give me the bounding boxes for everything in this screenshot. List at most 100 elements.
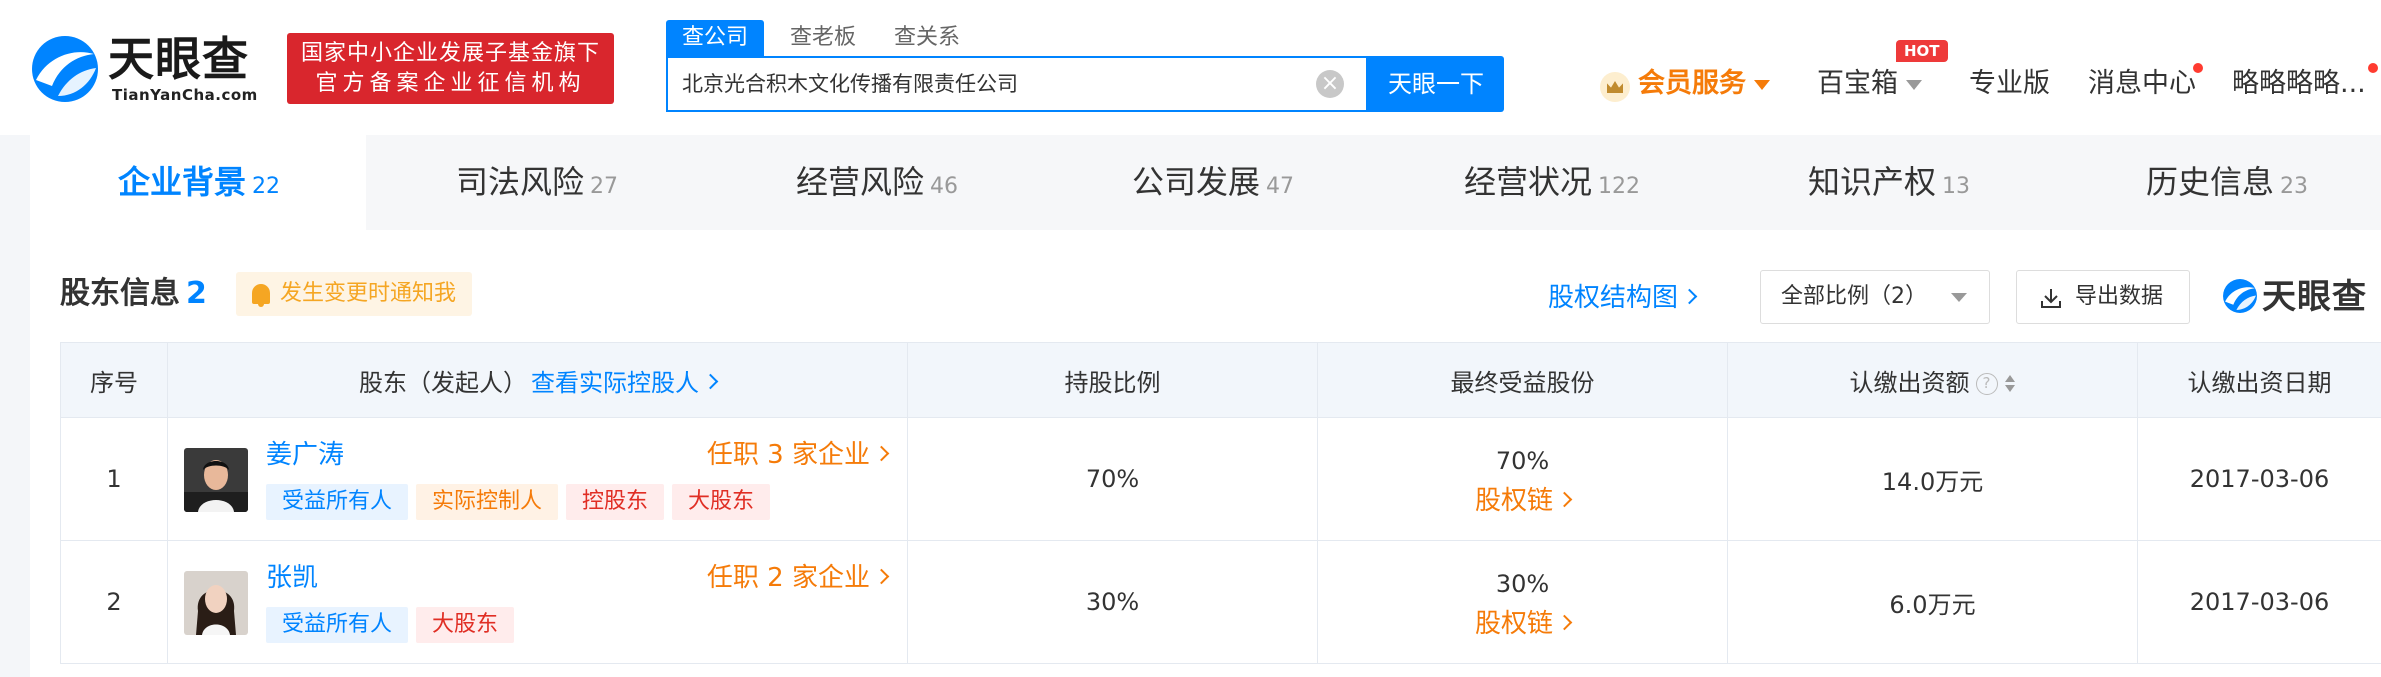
equity-structure-link[interactable]: 股权结构图 [1548, 280, 1698, 316]
tab-label: 经营状况 [1464, 163, 1593, 201]
search-input[interactable]: 北京光合积木文化传播有限责任公司 [682, 58, 1282, 110]
avatar[interactable] [184, 448, 248, 512]
tab-history-info[interactable]: 历史信息 23 [2146, 135, 2308, 230]
vip-service-menu[interactable]: 会员服务 [1638, 66, 1770, 102]
tab-label: 经营风险 [796, 163, 925, 201]
col-date: 认缴出资日期 [2137, 342, 2381, 418]
help-icon[interactable]: ? [1975, 372, 1998, 395]
tab-business-risk[interactable]: 经营风险 46 [796, 135, 958, 230]
tab-count: 22 [252, 174, 281, 199]
shareholder-jobs-link[interactable]: 任职 2 家企业 [706, 561, 890, 595]
search-box: 北京光合积木文化传播有限责任公司 × [666, 56, 1368, 112]
equity-structure-label: 股权结构图 [1548, 283, 1679, 313]
tab-company-development[interactable]: 公司发展 47 [1132, 135, 1294, 230]
col-shareholder: 股东（发起人） 查看实际控股人 [167, 342, 908, 418]
row-index: 2 [60, 540, 168, 664]
tab-count: 23 [2280, 174, 2309, 199]
table-row: 1 姜广涛 任职 3 家企业 受益所有人 实际控制人 控股东 大股东 70% 7… [60, 417, 2381, 541]
search-button[interactable]: 天眼一下 [1368, 56, 1504, 112]
watermark-text: 天眼查 [2262, 277, 2367, 317]
tab-count: 47 [1266, 174, 1295, 199]
tab-intellectual-property[interactable]: 知识产权 13 [1808, 135, 1970, 230]
crown-icon [1600, 72, 1630, 102]
tag-controlling-shareholder: 控股东 [566, 484, 665, 520]
tianyancha-logo-icon [32, 36, 98, 102]
pro-version-link[interactable]: 专业版 [1969, 66, 2050, 102]
final-ratio-cell: 30% 股权链 [1317, 540, 1728, 664]
message-dot [2193, 63, 2203, 73]
sort-icon[interactable] [2004, 373, 2016, 395]
user-menu[interactable]: 略略略略... [2232, 66, 2366, 102]
jobs-label: 任职 2 家企业 [706, 563, 870, 593]
search-tab-boss[interactable]: 查老板 [790, 20, 856, 56]
col-capital-label: 认缴出资额 [1849, 368, 1970, 397]
equity-chain-link[interactable]: 股权链 [1474, 485, 1573, 516]
chevron-down-icon [1906, 79, 1922, 90]
chevron-right-icon [1681, 288, 1698, 305]
official-badge: 国家中小企业发展子基金旗下 官方备案企业征信机构 [287, 33, 614, 104]
hot-badge: HOT [1896, 40, 1948, 62]
tab-count: 122 [1598, 174, 1641, 199]
search-tab-relation[interactable]: 查关系 [894, 20, 960, 56]
toolbox-menu[interactable]: 百宝箱 [1817, 66, 1922, 102]
tab-operating-status[interactable]: 经营状况 122 [1464, 135, 1640, 230]
clear-icon[interactable]: × [1316, 70, 1344, 98]
chevron-right-icon [873, 568, 890, 585]
jobs-label: 任职 3 家企业 [706, 440, 870, 470]
date-cell: 2017-03-06 [2137, 540, 2381, 664]
tag-beneficial-owner: 受益所有人 [266, 484, 409, 520]
date-cell: 2017-03-06 [2137, 417, 2381, 541]
ratio-filter-select[interactable]: 全部比例（2） [1760, 270, 1990, 324]
tab-label: 公司发展 [1132, 163, 1261, 201]
chevron-right-icon [1556, 491, 1573, 507]
col-capital[interactable]: 认缴出资额? [1727, 342, 2138, 418]
shareholder-cell: 姜广涛 任职 3 家企业 受益所有人 实际控制人 控股东 大股东 [167, 417, 908, 541]
col-ratio: 持股比例 [907, 342, 1318, 418]
site-logo[interactable]: 天眼查 TianYanCha.com [30, 30, 270, 106]
export-data-button[interactable]: 导出数据 [2016, 270, 2190, 324]
row-index: 1 [60, 417, 168, 541]
shareholder-name[interactable]: 姜广涛 [266, 438, 344, 472]
avatar[interactable] [184, 571, 248, 635]
tab-enterprise-background[interactable]: 企业背景 22 [118, 135, 280, 230]
equity-chain-link[interactable]: 股权链 [1475, 609, 1573, 639]
final-ratio-value: 70% [1495, 446, 1550, 475]
capital-cell: 6.0万元 [1727, 540, 2138, 664]
shareholder-jobs-link[interactable]: 任职 3 家企业 [706, 438, 890, 472]
tag-list: 受益所有人 实际控制人 控股东 大股东 [266, 484, 778, 520]
notify-label: 发生变更时通知我 [280, 281, 457, 306]
chevron-right-icon [873, 445, 890, 462]
chain-label: 股权链 [1474, 485, 1553, 516]
ratio-filter-value: 全部比例（2） [1781, 284, 1927, 309]
shareholder-cell: 张凯 任职 2 家企业 受益所有人 大股东 [167, 540, 908, 664]
tag-major-shareholder: 大股东 [672, 484, 771, 520]
table-header-row: 序号 股东（发起人） 查看实际控股人 持股比例 最终受益股份 认缴出资额? 认缴出… [60, 342, 2381, 418]
shareholder-name[interactable]: 张凯 [266, 561, 318, 595]
tab-count: 46 [930, 174, 959, 199]
notify-change-button[interactable]: 发生变更时通知我 [236, 272, 473, 316]
table-row: 2 张凯 任职 2 家企业 受益所有人 大股东 30% 30% 股权链 6.0万… [60, 540, 2381, 664]
chevron-down-icon [1754, 79, 1770, 90]
tab-judicial-risk[interactable]: 司法风险 27 [456, 135, 618, 230]
vip-service-label: 会员服务 [1638, 68, 1746, 99]
search-tab-company[interactable]: 查公司 [666, 20, 765, 56]
col-shareholder-label: 股东（发起人） [359, 368, 527, 397]
final-ratio-value: 30% [1495, 569, 1550, 598]
logo-domain: TianYanCha.com [112, 86, 258, 104]
tab-label: 司法风险 [456, 163, 585, 201]
col-final-ratio: 最终受益股份 [1317, 342, 1728, 418]
chevron-down-icon [1951, 293, 1967, 302]
view-controller-label: 查看实际控股人 [531, 368, 699, 397]
bell-icon [252, 284, 270, 307]
capital-cell: 14.0万元 [1727, 417, 2138, 541]
shareholder-section: 股东信息 2 发生变更时通知我 股权结构图 全部比例（2） 导出数据 天眼查 序号 [30, 230, 2381, 677]
message-center-link[interactable]: 消息中心 [2088, 66, 2196, 102]
tag-beneficial-owner: 受益所有人 [266, 607, 409, 643]
download-icon [2041, 289, 2061, 308]
badge-line-2: 官方备案企业征信机构 [315, 71, 586, 96]
col-index: 序号 [60, 342, 168, 418]
view-controller-link[interactable]: 查看实际控股人 [531, 368, 719, 397]
tab-label: 知识产权 [1808, 163, 1937, 201]
tab-label: 企业背景 [118, 163, 247, 201]
export-label: 导出数据 [2075, 284, 2164, 309]
